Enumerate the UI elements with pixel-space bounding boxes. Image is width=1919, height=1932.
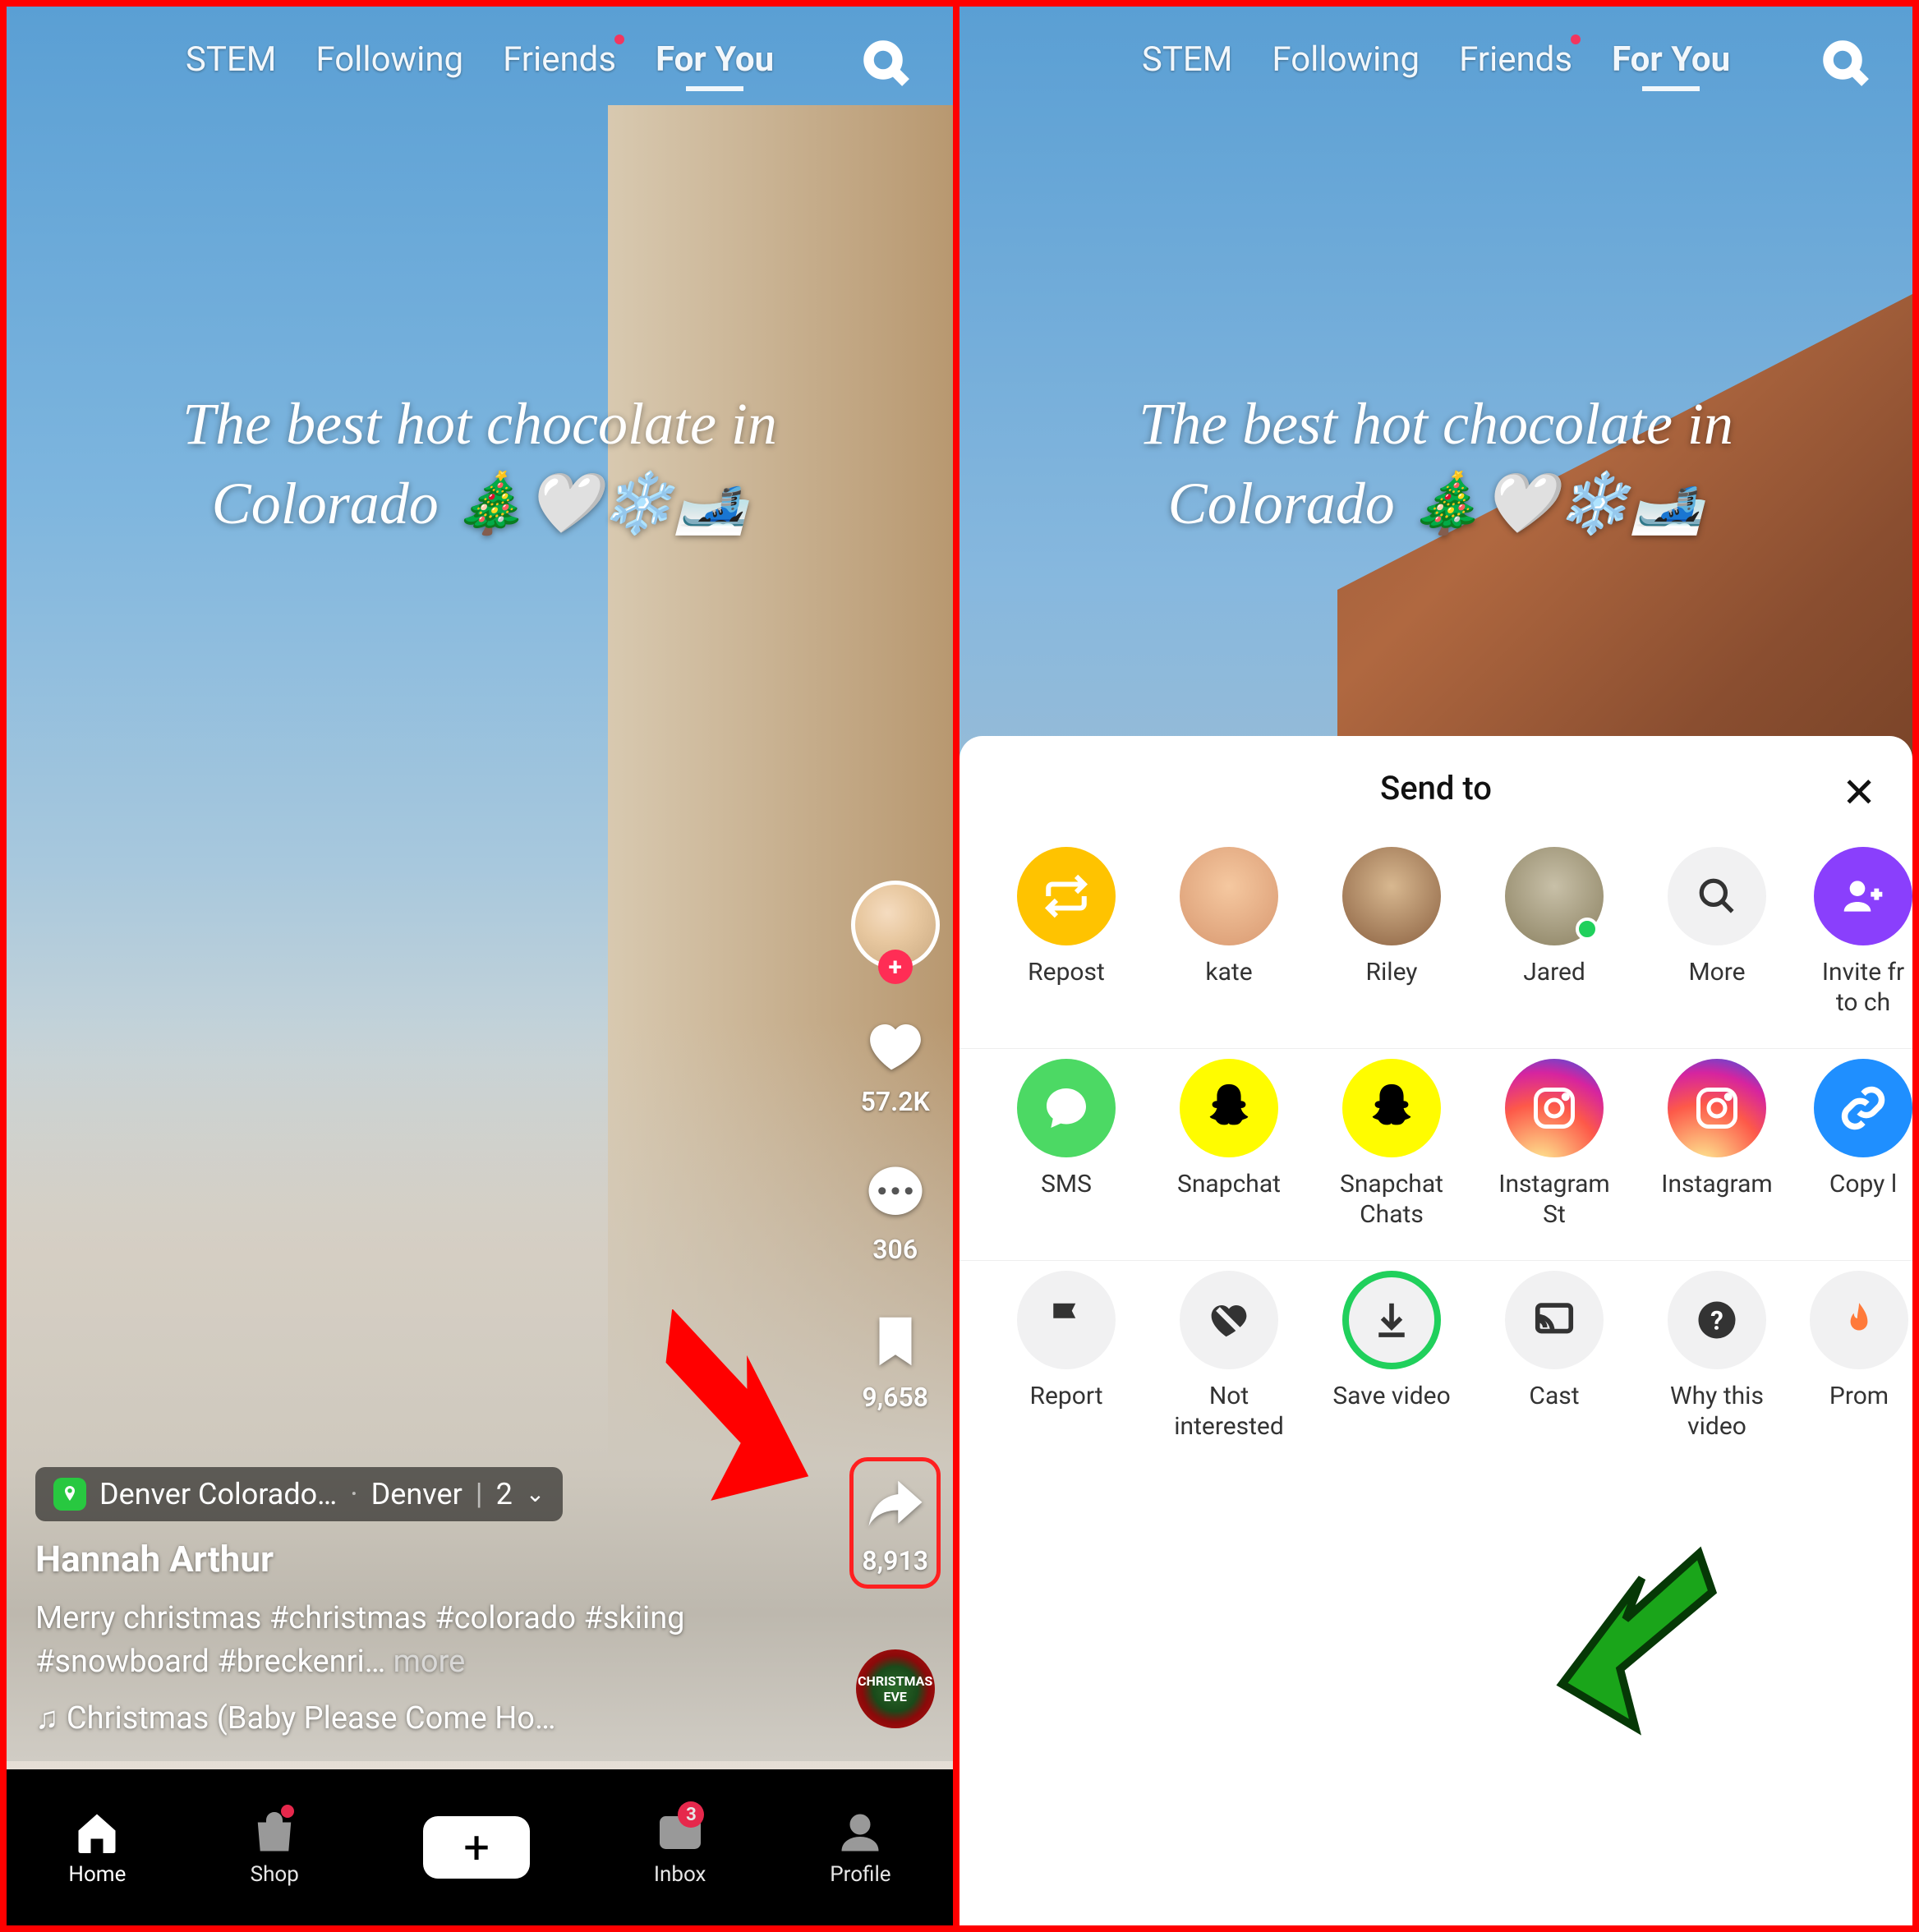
why-video-button[interactable]: ? Why this video [1651,1271,1783,1442]
sound-album[interactable]: CHRISTMAS EVE [856,1649,935,1728]
tab-for-you[interactable]: For You [1612,39,1730,80]
nav-inbox[interactable]: 3 Inbox [654,1808,706,1887]
contacts-row: Repost kate Riley Jared More [960,837,1912,1049]
like-button[interactable]: 57.2K [861,1014,930,1117]
feed-panel-left: STEM Following Friends For You The best … [7,7,960,1925]
comment-button[interactable]: 306 [863,1162,927,1265]
annotation-arrow-green [1539,1539,1736,1736]
tab-following[interactable]: Following [1272,39,1420,80]
report-button[interactable]: Report [1001,1271,1132,1442]
promote-button[interactable]: Prom [1814,1271,1904,1442]
more-button[interactable]: more [393,1644,466,1680]
video-overlay-title: The best hot chocolate in Colorado 🎄🤍❄️🎿 [960,384,1912,544]
follow-plus-icon[interactable]: + [878,950,913,984]
creator-avatar[interactable]: + [851,881,940,969]
search-icon[interactable] [1822,39,1871,89]
comment-icon [863,1162,927,1226]
actions-row: Report Not interested Save video Cast ? … [960,1261,1912,1472]
share-sheet: Send to ✕ Repost kate Riley Ja [960,736,1912,1925]
share-instagram[interactable]: Instagram [1651,1059,1783,1230]
post-info: Denver Colorado… · Denver | 2 ⌄ Hannah A… [35,1467,805,1736]
invite-friends[interactable]: Invite fr to ch [1814,847,1912,1019]
share-button[interactable]: 8,913 [849,1457,941,1589]
sheet-header: Send to ✕ [960,769,1912,837]
sheet-title: Send to [1380,769,1492,807]
search-icon[interactable] [863,39,912,89]
apps-row: SMS Snapchat Snapchat Chats Instagram St… [960,1049,1912,1261]
location-chip[interactable]: Denver Colorado… · Denver | 2 ⌄ [35,1467,563,1521]
tab-following[interactable]: Following [315,39,463,80]
tab-friends[interactable]: Friends [1459,39,1572,80]
caption-text[interactable]: Merry christmas #christmas #colorado #sk… [35,1597,805,1684]
share-icon [863,1473,927,1537]
svg-text:?: ? [1710,1305,1723,1336]
not-interested-button[interactable]: Not interested [1163,1271,1295,1442]
share-snapchat[interactable]: Snapchat [1163,1059,1295,1230]
sound-marquee[interactable]: ♫ Christmas (Baby Please Come Ho… [35,1700,805,1736]
contact-kate[interactable]: kate [1163,847,1295,1019]
video-overlay-title: The best hot chocolate in Colorado 🎄🤍❄️🎿 [7,384,953,544]
more-contacts[interactable]: More [1651,847,1783,1019]
close-icon[interactable]: ✕ [1842,769,1876,817]
heart-icon [863,1014,927,1078]
feed-panel-right: STEM Following Friends For You The best … [960,7,1912,1925]
tab-friends[interactable]: Friends [503,39,616,80]
nav-home[interactable]: Home [68,1808,126,1887]
tab-stem[interactable]: STEM [186,39,277,80]
pin-icon [53,1478,86,1511]
contact-riley[interactable]: Riley [1326,847,1457,1019]
chevron-down-icon: ⌄ [526,1480,545,1507]
home-icon [72,1808,122,1857]
plus-icon: + [463,1820,490,1874]
tab-for-you[interactable]: For You [656,39,774,80]
save-video-button[interactable]: Save video [1326,1271,1457,1442]
share-snapchat-chats[interactable]: Snapchat Chats [1326,1059,1457,1230]
nav-shop[interactable]: Shop [250,1808,299,1887]
nav-profile[interactable]: Profile [830,1808,890,1887]
cast-button[interactable]: Cast [1489,1271,1620,1442]
bottom-nav: Home Shop + 3 Inbox Profile [7,1769,953,1925]
share-copy-link[interactable]: Copy l [1814,1059,1912,1230]
profile-icon [835,1808,885,1857]
action-rail: + 57.2K 306 9,658 8,913 CHRISTMAS EVE [849,881,941,1728]
nav-create[interactable]: + [423,1816,530,1879]
share-instagram-story[interactable]: Instagram St [1489,1059,1620,1230]
author-name[interactable]: Hannah Arthur [35,1538,805,1580]
top-nav: STEM Following Friends For You [7,39,953,80]
contact-jared[interactable]: Jared [1489,847,1620,1019]
repost-button[interactable]: Repost [1001,847,1132,1019]
top-nav: STEM Following Friends For You [960,39,1912,80]
tab-stem[interactable]: STEM [1142,39,1233,80]
share-sms[interactable]: SMS [1001,1059,1132,1230]
bookmark-icon [863,1309,927,1373]
bookmark-button[interactable]: 9,658 [862,1309,928,1413]
